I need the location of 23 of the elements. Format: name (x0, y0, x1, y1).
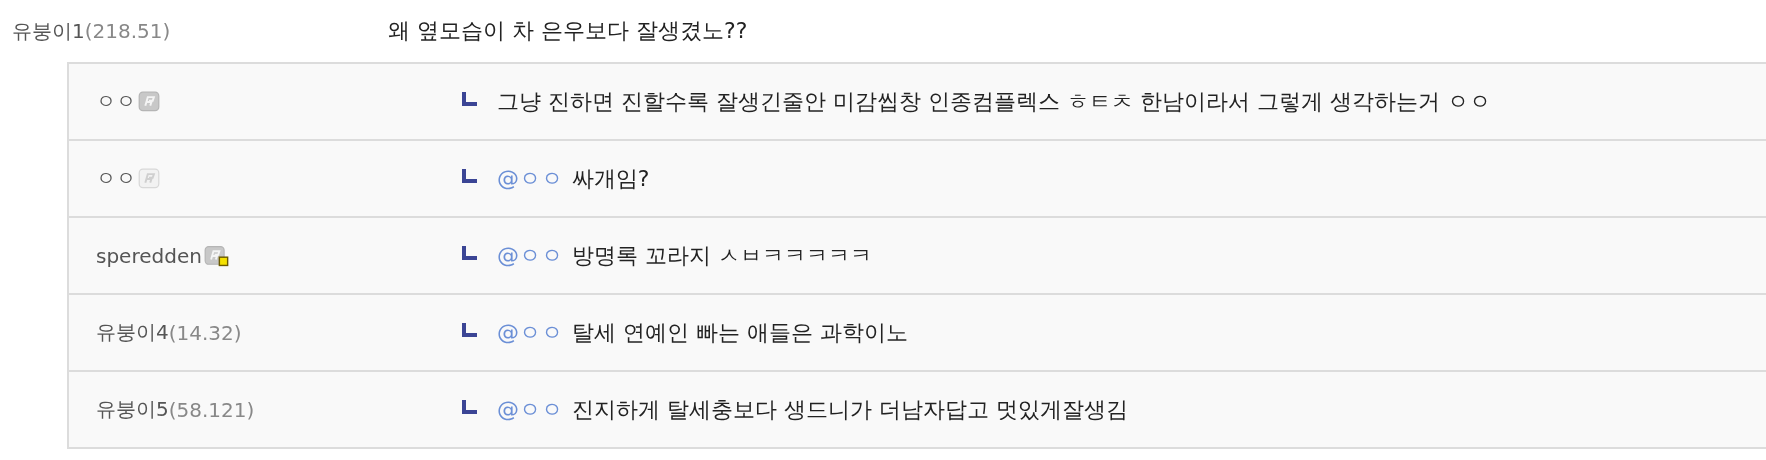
reply-text: @ㅇㅇ 방명록 꼬라지 ㅅㅂㅋㅋㅋㅋㅋ (497, 241, 872, 270)
ip-address: (58.121) (168, 397, 255, 422)
reply-arrow-icon (462, 168, 477, 183)
user-badge-icon (203, 244, 230, 267)
ip-address: (14.32) (168, 320, 242, 345)
comment-text: 왜 옆모습이 차 은우보다 잘생겼노?? (388, 17, 748, 45)
author-name[interactable]: ㅇㅇ (96, 88, 136, 115)
user-badge-icon (138, 90, 160, 113)
author-name[interactable]: 유붕이1 (12, 18, 85, 43)
reply-arrow-icon (462, 245, 477, 260)
author-name[interactable]: ㅇㅇ (96, 165, 136, 192)
reply-arrow-icon (462, 322, 477, 337)
reply-text: @ㅇㅇ 진지하게 탈세충보다 생드니가 더남자답고 멋있게잘생김 (497, 395, 1128, 424)
ip-address: (218.51) (84, 18, 171, 43)
reply-text: @ㅇㅇ 탈세 연예인 빠는 애들은 과학이노 (497, 318, 908, 347)
author-name[interactable]: 유붕이4 (96, 319, 169, 346)
reply-arrow-icon (462, 91, 477, 106)
author-name[interactable]: speredden (96, 243, 202, 268)
author-name[interactable]: 유붕이5 (96, 396, 169, 423)
reply-text: 그냥 진하면 진할수록 잘생긴줄안 미감씹창 인종컴플렉스 ㅎㅌㅊ 한남이라서 그렇게 생각하는거 ㅇㅇ (497, 87, 1491, 116)
reply-arrow-icon (462, 399, 477, 414)
user-badge-icon (138, 167, 160, 190)
reply-text: @ㅇㅇ 싸개임? (497, 164, 650, 193)
